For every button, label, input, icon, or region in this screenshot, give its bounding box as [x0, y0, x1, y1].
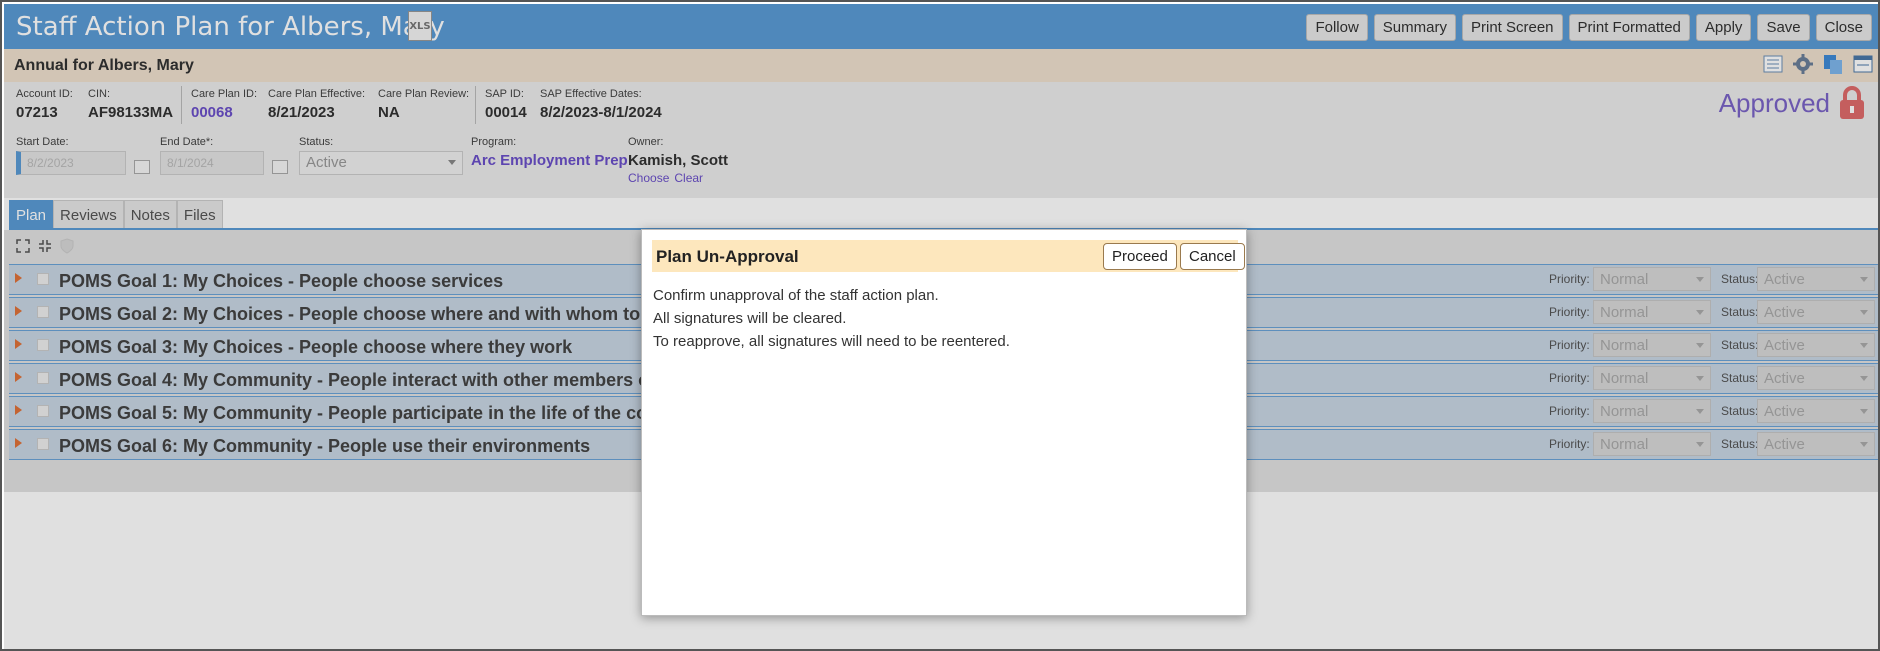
proceed-button[interactable]: Proceed [1103, 243, 1177, 270]
dialog-message: Confirm unapproval of the staff action p… [653, 284, 1010, 353]
app-window: Staff Action Plan for Albers, Mary XLS F… [0, 0, 1880, 651]
dialog-line: All signatures will be cleared. [653, 310, 847, 327]
dialog-line: Confirm unapproval of the staff action p… [653, 287, 939, 304]
dialog-line: To reapprove, all signatures will need t… [653, 333, 1010, 350]
cancel-button[interactable]: Cancel [1180, 243, 1245, 270]
unapproval-dialog: Plan Un-Approval Proceed Cancel Confirm … [641, 229, 1247, 616]
dialog-header: Plan Un-Approval Proceed Cancel [652, 240, 1245, 272]
dialog-title: Plan Un-Approval [656, 247, 799, 266]
